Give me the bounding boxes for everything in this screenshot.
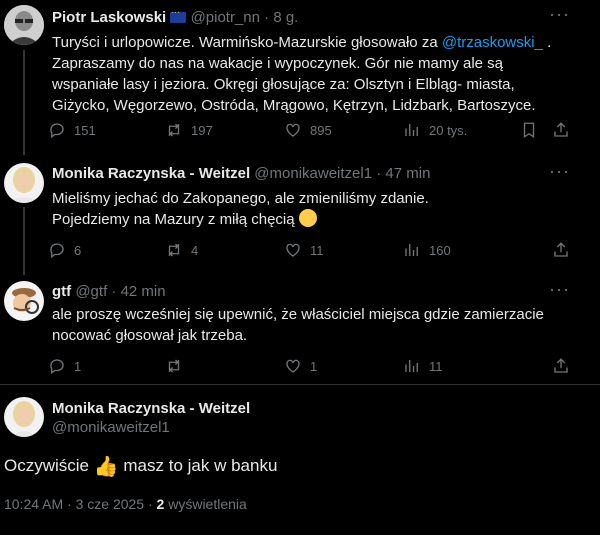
views-icon xyxy=(405,360,418,372)
tweet-text: ale proszę wcześniej się upewnić, że wła… xyxy=(52,306,544,344)
share-button[interactable] xyxy=(552,121,570,139)
avatar[interactable] xyxy=(4,5,44,45)
focused-tweet: Monika Raczynska - Weitzel @monikaweitze… xyxy=(0,385,600,535)
action-bar: 1 1 11 xyxy=(48,357,578,377)
tweet-text: Oczywiście 👍 masz to jak w banku xyxy=(4,456,278,478)
tweet-header: Monika Raczynska - Weitzel xyxy=(52,400,250,417)
more-dots-icon[interactable]: ··· xyxy=(549,279,570,300)
views-count: 2 xyxy=(156,496,165,512)
thumbs-up-icon: 👍 xyxy=(93,456,119,478)
share-button[interactable] xyxy=(552,357,570,375)
tweet-1[interactable]: Piotr Laskowski @piotr_nn · 8 g. ··· Tur… xyxy=(0,0,600,155)
reply-icon xyxy=(50,243,64,259)
reply-icon xyxy=(50,359,64,375)
views-button[interactable]: 160 xyxy=(403,241,451,259)
like-count: 11 xyxy=(310,242,324,258)
thread-line xyxy=(23,207,25,275)
avatar[interactable] xyxy=(4,397,44,437)
reply-icon xyxy=(50,123,64,139)
like-count: 895 xyxy=(310,122,332,138)
repost-button[interactable] xyxy=(165,357,191,375)
repost-icon xyxy=(168,123,180,137)
bookmark-icon xyxy=(523,122,535,139)
like-button[interactable]: 895 xyxy=(284,121,332,139)
tweet-2[interactable]: Monika Raczynska - Weitzel @monikaweitze… xyxy=(0,150,600,275)
heart-icon xyxy=(286,359,300,373)
views-icon xyxy=(405,244,418,256)
repost-count: 197 xyxy=(191,122,213,138)
repost-count: 4 xyxy=(191,242,199,258)
tweet-header: Piotr Laskowski @piotr_nn · 8 g. xyxy=(52,7,298,26)
views-button[interactable]: 11 xyxy=(403,357,443,375)
like-button[interactable]: 11 xyxy=(284,241,324,259)
timestamp[interactable]: 10:24 AM · 3 cze 2025 · xyxy=(4,496,153,512)
share-icon xyxy=(554,242,568,257)
tweet-text: Turyści i urlopowicze. Warmińsko-Mazursk… xyxy=(52,34,552,114)
thread-line xyxy=(23,50,25,155)
handle[interactable]: @gtf xyxy=(75,283,107,300)
display-name[interactable]: gtf xyxy=(52,283,71,300)
avatar[interactable] xyxy=(4,163,44,203)
reply-button[interactable]: 151 xyxy=(48,121,96,139)
tweet-header: Monika Raczynska - Weitzel @monikaweitze… xyxy=(52,165,430,182)
views-icon xyxy=(405,124,418,136)
handle[interactable]: @monikaweitzel1 xyxy=(52,419,170,436)
tweet-header: gtf @gtf · 42 min xyxy=(52,283,166,300)
tweet-3[interactable]: gtf @gtf · 42 min ··· ale proszę wcześni… xyxy=(0,275,600,385)
reply-button[interactable]: 1 xyxy=(48,357,81,375)
reply-count: 6 xyxy=(74,242,82,258)
tweet-text: Mieliśmy jechać do Zakopanego, ale zmien… xyxy=(52,190,429,228)
action-bar: 151 197 895 20 tys. xyxy=(48,121,578,141)
reply-count: 1 xyxy=(74,358,82,374)
display-name[interactable]: Piotr Laskowski xyxy=(52,9,166,26)
repost-button[interactable]: 197 xyxy=(165,121,213,139)
views-count: 11 xyxy=(429,358,443,374)
repost-icon xyxy=(168,359,180,373)
kiss-emoji-icon xyxy=(298,209,317,227)
views-button[interactable]: 20 tys. xyxy=(403,121,467,139)
eu-flag-icon xyxy=(170,7,187,23)
avatar[interactable] xyxy=(4,281,44,321)
timestamp[interactable]: · 8 g. xyxy=(264,9,298,26)
share-button[interactable] xyxy=(552,241,570,259)
handle[interactable]: @monikaweitzel1 xyxy=(254,165,372,182)
views-count: 20 tys. xyxy=(429,122,468,138)
heart-icon xyxy=(286,123,300,137)
handle[interactable]: @piotr_nn xyxy=(191,9,260,26)
display-name[interactable]: Monika Raczynska - Weitzel xyxy=(52,400,250,417)
heart-icon xyxy=(286,243,300,257)
tweet-handle-row: @monikaweitzel1 xyxy=(52,419,170,436)
views-label: wyświetlenia xyxy=(168,496,247,512)
display-name[interactable]: Monika Raczynska - Weitzel xyxy=(52,165,250,182)
reply-button[interactable]: 6 xyxy=(48,241,81,259)
action-bar: 6 4 11 160 xyxy=(48,241,578,261)
more-dots-icon[interactable]: ··· xyxy=(549,161,570,182)
more-dots-icon[interactable]: ··· xyxy=(549,4,570,25)
repost-icon xyxy=(168,243,180,257)
views-count: 160 xyxy=(429,242,451,258)
timestamp[interactable]: · 47 min xyxy=(376,165,430,182)
bookmark-button[interactable] xyxy=(520,121,538,139)
mention-link[interactable]: @trzaskowski_ xyxy=(442,34,543,51)
share-icon xyxy=(554,122,568,137)
like-count: 1 xyxy=(310,358,318,374)
like-button[interactable]: 1 xyxy=(284,357,317,375)
tweet-meta: 10:24 AM · 3 cze 2025 · 2 wyświetlenia xyxy=(4,496,247,512)
reply-count: 151 xyxy=(74,122,96,138)
repost-button[interactable]: 4 xyxy=(165,241,198,259)
share-icon xyxy=(554,358,568,373)
timestamp[interactable]: · 42 min xyxy=(111,283,165,300)
thread-line xyxy=(23,150,25,155)
